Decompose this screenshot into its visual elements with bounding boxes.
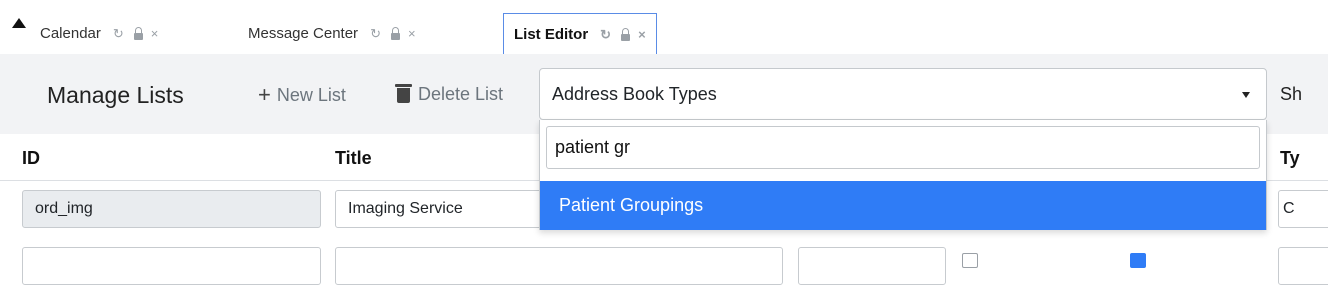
tab-bar: Calendar ↻ × Message Center ↻ × List Edi… — [0, 0, 1328, 55]
show-label: Sh — [1280, 84, 1303, 104]
header-title: Title — [335, 148, 372, 168]
plus-icon: + — [258, 82, 271, 107]
close-icon[interactable]: × — [408, 27, 416, 40]
option-label: Patient Groupings — [559, 195, 704, 215]
chevron-down-icon — [1242, 92, 1250, 98]
header-type: Ty — [1280, 148, 1300, 168]
row-type-field[interactable]: C — [1278, 190, 1328, 228]
tab-label: Message Center — [248, 25, 359, 42]
refresh-icon[interactable]: ↻ — [370, 27, 381, 40]
lock-icon[interactable] — [621, 28, 631, 41]
tab-message-center[interactable]: Message Center ↻ × — [248, 13, 416, 54]
page-title: Manage Lists — [47, 82, 184, 108]
row-title-field[interactable] — [335, 247, 783, 285]
list-select[interactable]: Address Book Types — [539, 68, 1267, 120]
refresh-icon[interactable]: ↻ — [600, 28, 611, 41]
collapse-arrow-icon[interactable] — [12, 18, 26, 28]
new-list-button[interactable]: + New List — [258, 84, 346, 106]
row-id-field[interactable] — [22, 247, 321, 285]
trash-icon — [395, 84, 412, 103]
delete-list-label: Delete List — [418, 84, 504, 104]
lock-icon[interactable] — [390, 27, 400, 40]
new-list-label: New List — [276, 84, 346, 105]
tab-label: Calendar — [40, 25, 101, 42]
tab-calendar[interactable]: Calendar ↻ × — [40, 13, 158, 54]
dropdown-option-patient-groupings[interactable]: Patient Groupings — [540, 181, 1266, 230]
tab-list-editor[interactable]: List Editor ↻ × — [503, 13, 657, 55]
tab-label: List Editor — [514, 26, 589, 43]
close-icon[interactable]: × — [151, 27, 159, 40]
row-type-field[interactable] — [1278, 247, 1328, 285]
list-select-value: Address Book Types — [552, 83, 717, 104]
header-id: ID — [22, 148, 40, 168]
row-id-field[interactable]: ord_img — [22, 190, 321, 228]
row-extra-field[interactable] — [798, 247, 946, 285]
close-icon[interactable]: × — [638, 28, 646, 41]
list-select-dropdown: Patient Groupings — [539, 120, 1267, 230]
lock-icon[interactable] — [133, 27, 143, 40]
dropdown-search-input[interactable] — [546, 126, 1260, 169]
refresh-icon[interactable]: ↻ — [113, 27, 124, 40]
delete-list-button[interactable]: Delete List — [395, 84, 504, 105]
